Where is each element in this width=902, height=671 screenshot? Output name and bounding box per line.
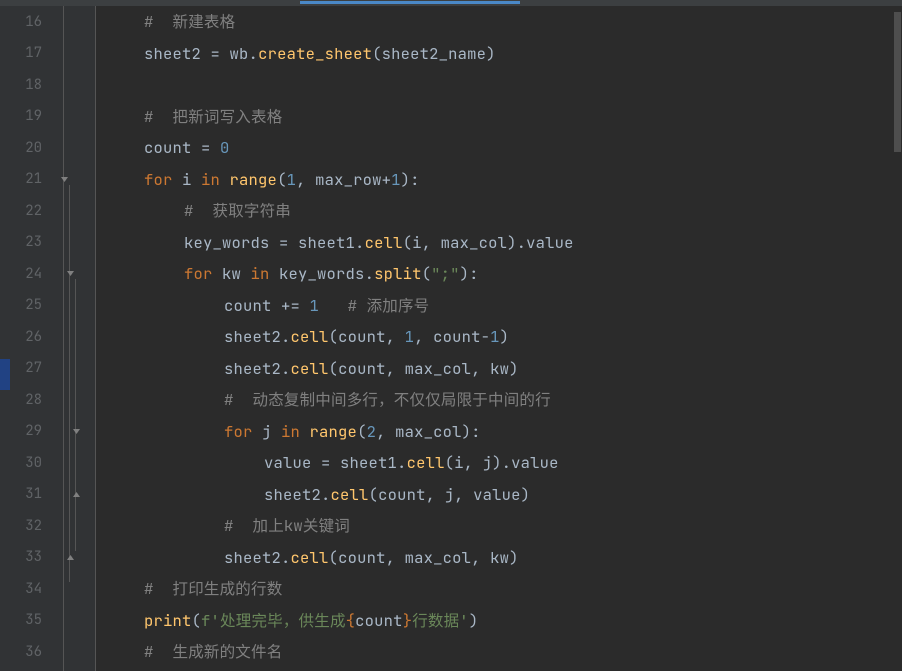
line-number: 35	[10, 605, 42, 637]
fold-end-icon[interactable]	[65, 552, 76, 563]
line-number: 28	[10, 384, 42, 416]
code-line[interactable]: # 获取字符串	[96, 195, 902, 227]
code-line[interactable]: for i in range(1, max_row+1):	[96, 164, 902, 196]
code-line[interactable]: key_words = sheet1.cell(i, max_col).valu…	[96, 227, 902, 259]
fold-end-icon[interactable]	[71, 489, 82, 500]
code-line[interactable]: for j in range(2, max_col):	[96, 416, 902, 448]
line-number: 36	[10, 636, 42, 668]
code-line[interactable]: sheet2.cell(count, max_col, kw)	[96, 353, 902, 385]
code-editor: 16 17 18 19 20 21 22 23 24 25 26 27 28 2…	[0, 0, 902, 671]
code-line[interactable]: # 把新词写入表格	[96, 101, 902, 133]
line-number: 22	[10, 195, 42, 227]
code-line[interactable]	[96, 69, 902, 101]
line-number: 26	[10, 321, 42, 353]
code-line[interactable]: # 新建表格	[96, 6, 902, 38]
line-number-gutter: 16 17 18 19 20 21 22 23 24 25 26 27 28 2…	[10, 6, 56, 671]
code-line[interactable]: print(f'处理完毕，供生成{count}行数据')	[96, 605, 902, 637]
code-line[interactable]: count = 0	[96, 132, 902, 164]
line-highlight-marker	[0, 359, 10, 390]
code-line[interactable]: # 打印生成的行数	[96, 573, 902, 605]
line-number: 16	[10, 6, 42, 38]
line-number: 34	[10, 573, 42, 605]
line-number: 29	[10, 416, 42, 448]
code-line[interactable]: sheet2 = wb.create_sheet(sheet2_name)	[96, 38, 902, 70]
fold-column	[56, 6, 96, 671]
left-gutter	[0, 6, 10, 671]
code-line[interactable]: # 生成新的文件名	[96, 636, 902, 668]
line-number: 21	[10, 164, 42, 196]
line-number: 18	[10, 69, 42, 101]
scrollbar-track[interactable]	[892, 12, 902, 671]
line-number: 20	[10, 132, 42, 164]
line-number: 17	[10, 38, 42, 70]
line-number: 30	[10, 447, 42, 479]
code-line[interactable]: count += 1 # 添加序号	[96, 290, 902, 322]
fold-toggle-icon[interactable]	[59, 174, 70, 185]
fold-toggle-icon[interactable]	[65, 268, 76, 279]
code-area[interactable]: 16 17 18 19 20 21 22 23 24 25 26 27 28 2…	[0, 6, 902, 671]
line-number: 19	[10, 101, 42, 133]
code-line[interactable]: sheet2.cell(count, 1, count-1)	[96, 321, 902, 353]
line-number: 27	[10, 353, 42, 385]
line-number: 31	[10, 479, 42, 511]
line-number: 33	[10, 542, 42, 574]
active-tab-underline	[300, 1, 520, 4]
code-content[interactable]: # 新建表格 sheet2 = wb.create_sheet(sheet2_n…	[96, 6, 902, 671]
code-line[interactable]: sheet2.cell(count, j, value)	[96, 479, 902, 511]
fold-toggle-icon[interactable]	[71, 426, 82, 437]
code-line[interactable]: for kw in key_words.split(";"):	[96, 258, 902, 290]
code-line[interactable]: sheet2.cell(count, max_col, kw)	[96, 542, 902, 574]
scrollbar-thumb[interactable]	[894, 12, 901, 152]
line-number: 25	[10, 290, 42, 322]
code-line[interactable]: value = sheet1.cell(i, j).value	[96, 447, 902, 479]
line-number: 32	[10, 510, 42, 542]
line-number: 23	[10, 227, 42, 259]
line-number: 24	[10, 258, 42, 290]
code-line[interactable]: # 加上kw关键词	[96, 510, 902, 542]
code-line[interactable]: # 动态复制中间多行，不仅仅局限于中间的行	[96, 384, 902, 416]
